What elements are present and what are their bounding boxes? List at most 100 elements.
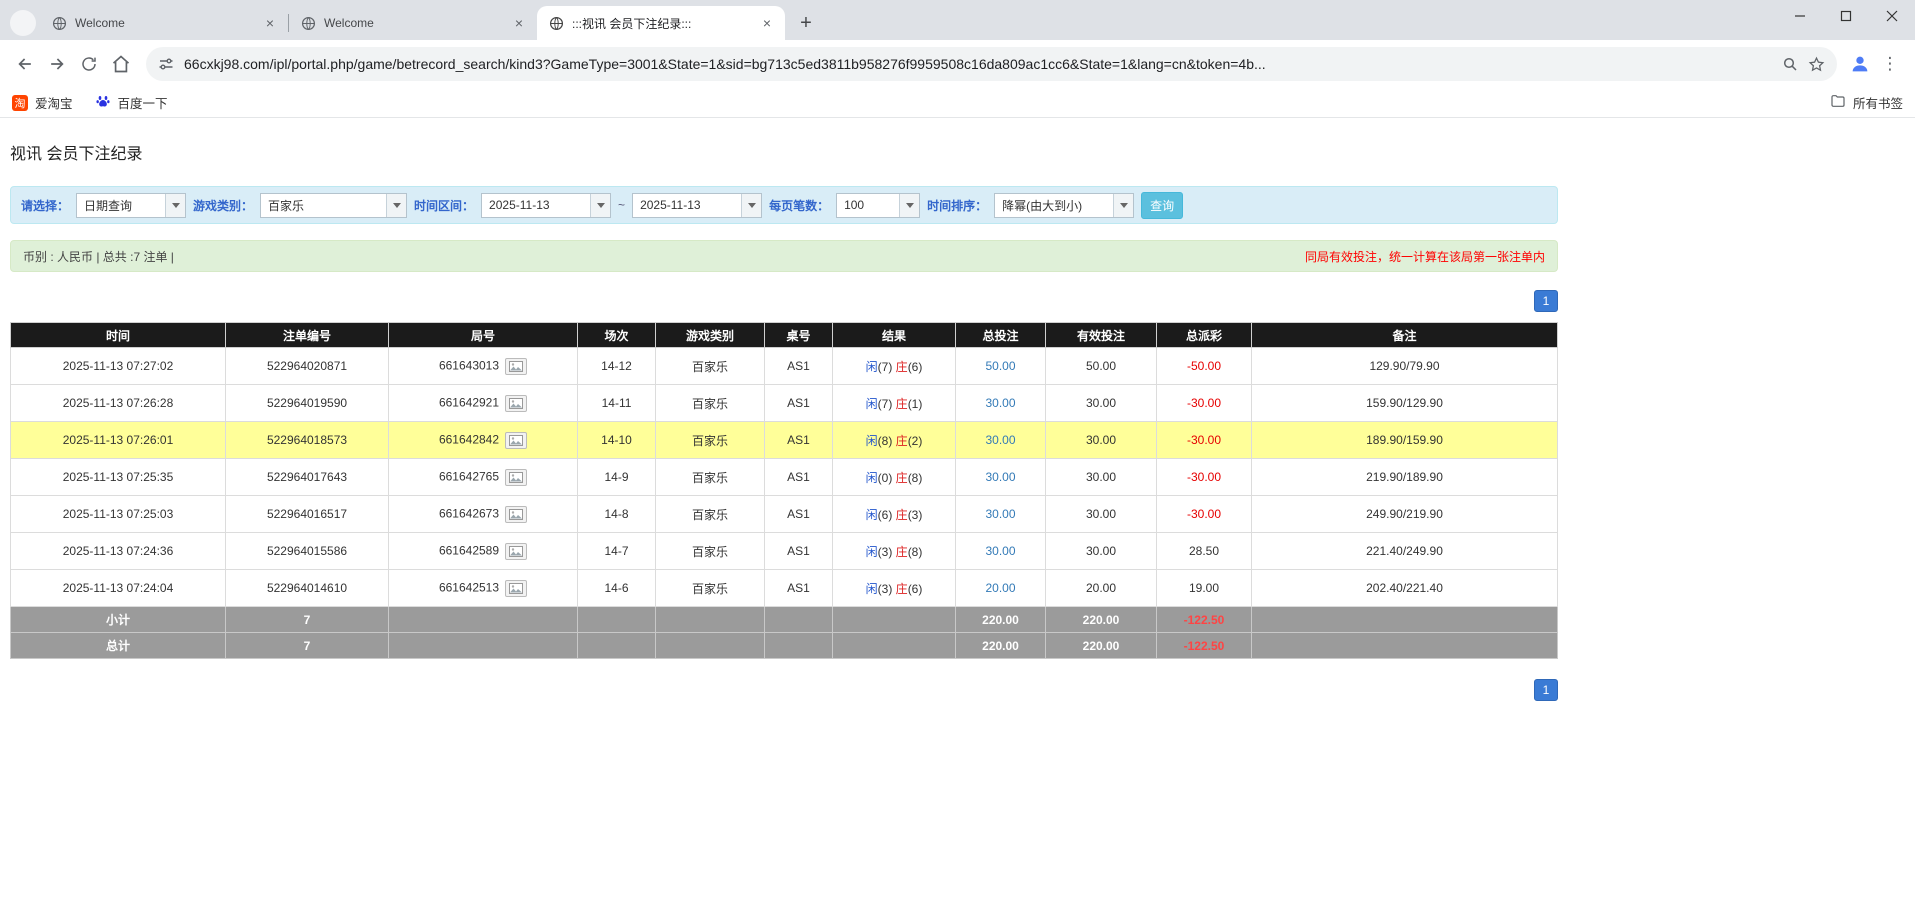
image-icon [509, 509, 523, 520]
home-button[interactable] [106, 49, 136, 79]
cell-total-bet: 30.00 [956, 459, 1046, 496]
chevron-down-icon[interactable] [741, 194, 761, 217]
sort-order-label: 时间排序： [927, 197, 987, 214]
chevron-down-icon[interactable] [590, 194, 610, 217]
chevron-down-icon[interactable] [165, 194, 185, 217]
cell-table-no: AS1 [765, 533, 833, 570]
maximize-button[interactable] [1823, 0, 1869, 32]
image-icon [509, 583, 523, 594]
table-row[interactable]: 2025-11-13 07:27:02 522964020871 6616430… [11, 348, 1558, 385]
cell-total-bet: 30.00 [956, 533, 1046, 570]
table-row[interactable]: 2025-11-13 07:26:28 522964019590 6616429… [11, 385, 1558, 422]
bookmark-label: 百度一下 [118, 93, 168, 112]
tab-title: :::视讯 会员下注纪录::: [572, 15, 751, 32]
cell-bet-id: 522964019590 [226, 385, 389, 422]
header-total-bet: 总投注 [956, 323, 1046, 348]
header-valid-bet: 有效投注 [1046, 323, 1157, 348]
cell-time: 2025-11-13 07:26:28 [11, 385, 226, 422]
cell-result: 闲(7) 庄(1) [833, 385, 956, 422]
tab-welcome-2[interactable]: Welcome × [289, 6, 537, 40]
total-bet-link[interactable]: 30.00 [985, 507, 1015, 521]
view-roadmap-button[interactable] [505, 580, 527, 597]
minimize-button[interactable] [1777, 0, 1823, 32]
header-result: 结果 [833, 323, 956, 348]
close-icon[interactable]: × [262, 15, 278, 31]
new-tab-button[interactable]: + [793, 10, 819, 36]
total-bet-link[interactable]: 50.00 [985, 359, 1015, 373]
total-bet-link[interactable]: 30.00 [985, 470, 1015, 484]
query-type-select[interactable]: 日期查询 [76, 193, 186, 218]
subtotal-label: 小计 [11, 607, 226, 633]
cell-bet-id: 522964018573 [226, 422, 389, 459]
zoom-icon[interactable] [1782, 56, 1798, 72]
date-from-value: 2025-11-13 [482, 194, 590, 217]
cell-time: 2025-11-13 07:26:01 [11, 422, 226, 459]
back-button[interactable] [10, 49, 40, 79]
table-row[interactable]: 2025-11-13 07:25:03 522964016517 6616426… [11, 496, 1558, 533]
view-roadmap-button[interactable] [505, 469, 527, 486]
cell-table-no: AS1 [765, 422, 833, 459]
table-row[interactable]: 2025-11-13 07:26:01 522964018573 6616428… [11, 422, 1558, 459]
total-bet-link[interactable]: 30.00 [985, 433, 1015, 447]
cell-time: 2025-11-13 07:25:35 [11, 459, 226, 496]
tab-bet-records-active[interactable]: :::视讯 会员下注纪录::: × [537, 6, 785, 40]
chevron-down-icon[interactable] [899, 194, 919, 217]
reload-button[interactable] [74, 49, 104, 79]
browser-menu-icon[interactable]: ⋮ [1875, 49, 1905, 79]
date-from-picker[interactable]: 2025-11-13 [481, 193, 611, 218]
baidu-paw-icon [95, 93, 111, 112]
cell-round: 661642513 [389, 570, 578, 607]
search-button[interactable]: 查询 [1141, 192, 1183, 219]
header-payout: 总派彩 [1157, 323, 1252, 348]
view-roadmap-button[interactable] [505, 543, 527, 560]
date-range-label: 时间区间： [414, 197, 474, 214]
view-roadmap-button[interactable] [505, 358, 527, 375]
close-window-button[interactable] [1869, 0, 1915, 32]
pagination-bottom: 1 [10, 679, 1558, 701]
cell-valid-bet: 30.00 [1046, 385, 1157, 422]
site-settings-icon[interactable] [158, 56, 174, 72]
game-type-select[interactable]: 百家乐 [260, 193, 407, 218]
total-bet-link[interactable]: 20.00 [985, 581, 1015, 595]
view-roadmap-button[interactable] [505, 432, 527, 449]
view-roadmap-button[interactable] [505, 506, 527, 523]
bookmark-star-icon[interactable] [1808, 56, 1825, 73]
bookmark-aitaobao[interactable]: 淘 爱淘宝 [12, 93, 73, 112]
subtotal-total-bet: 220.00 [956, 607, 1046, 633]
tab-search-button[interactable] [10, 10, 36, 36]
cell-result: 闲(0) 庄(8) [833, 459, 956, 496]
subtotal-payout: -122.50 [1157, 607, 1252, 633]
sort-order-select[interactable]: 降幂(由大到小) [994, 193, 1134, 218]
date-to-picker[interactable]: 2025-11-13 [632, 193, 762, 218]
profile-avatar[interactable] [1845, 49, 1875, 79]
url-bar[interactable]: 66cxkj98.com/ipl/portal.php/game/betreco… [146, 47, 1837, 81]
cell-valid-bet: 50.00 [1046, 348, 1157, 385]
table-row[interactable]: 2025-11-13 07:25:35 522964017643 6616427… [11, 459, 1558, 496]
forward-button[interactable] [42, 49, 72, 79]
close-icon[interactable]: × [759, 15, 775, 31]
page-1-button[interactable]: 1 [1534, 679, 1558, 701]
page-size-select[interactable]: 100 [836, 193, 920, 218]
all-bookmarks-button[interactable]: 所有书签 [1830, 93, 1903, 112]
tab-welcome-1[interactable]: Welcome × [40, 6, 288, 40]
bookmarks-bar: 淘 爱淘宝 百度一下 所有书签 [0, 88, 1915, 118]
cell-session: 14-6 [578, 570, 656, 607]
total-bet-link[interactable]: 30.00 [985, 544, 1015, 558]
total-count: 7 [226, 633, 389, 659]
cell-game-type: 百家乐 [656, 570, 765, 607]
game-type-label: 游戏类别： [193, 197, 253, 214]
table-row[interactable]: 2025-11-13 07:24:36 522964015586 6616425… [11, 533, 1558, 570]
total-bet-link[interactable]: 30.00 [985, 396, 1015, 410]
page-1-button[interactable]: 1 [1534, 290, 1558, 312]
chevron-down-icon[interactable] [386, 194, 406, 217]
chevron-down-icon[interactable] [1113, 194, 1133, 217]
cell-bet-id: 522964020871 [226, 348, 389, 385]
close-icon[interactable]: × [511, 15, 527, 31]
cell-note: 219.90/189.90 [1252, 459, 1558, 496]
bookmark-baidu[interactable]: 百度一下 [95, 93, 168, 112]
view-roadmap-button[interactable] [505, 395, 527, 412]
cell-game-type: 百家乐 [656, 385, 765, 422]
table-row[interactable]: 2025-11-13 07:24:04 522964014610 6616425… [11, 570, 1558, 607]
cell-bet-id: 522964016517 [226, 496, 389, 533]
image-icon [509, 435, 523, 446]
